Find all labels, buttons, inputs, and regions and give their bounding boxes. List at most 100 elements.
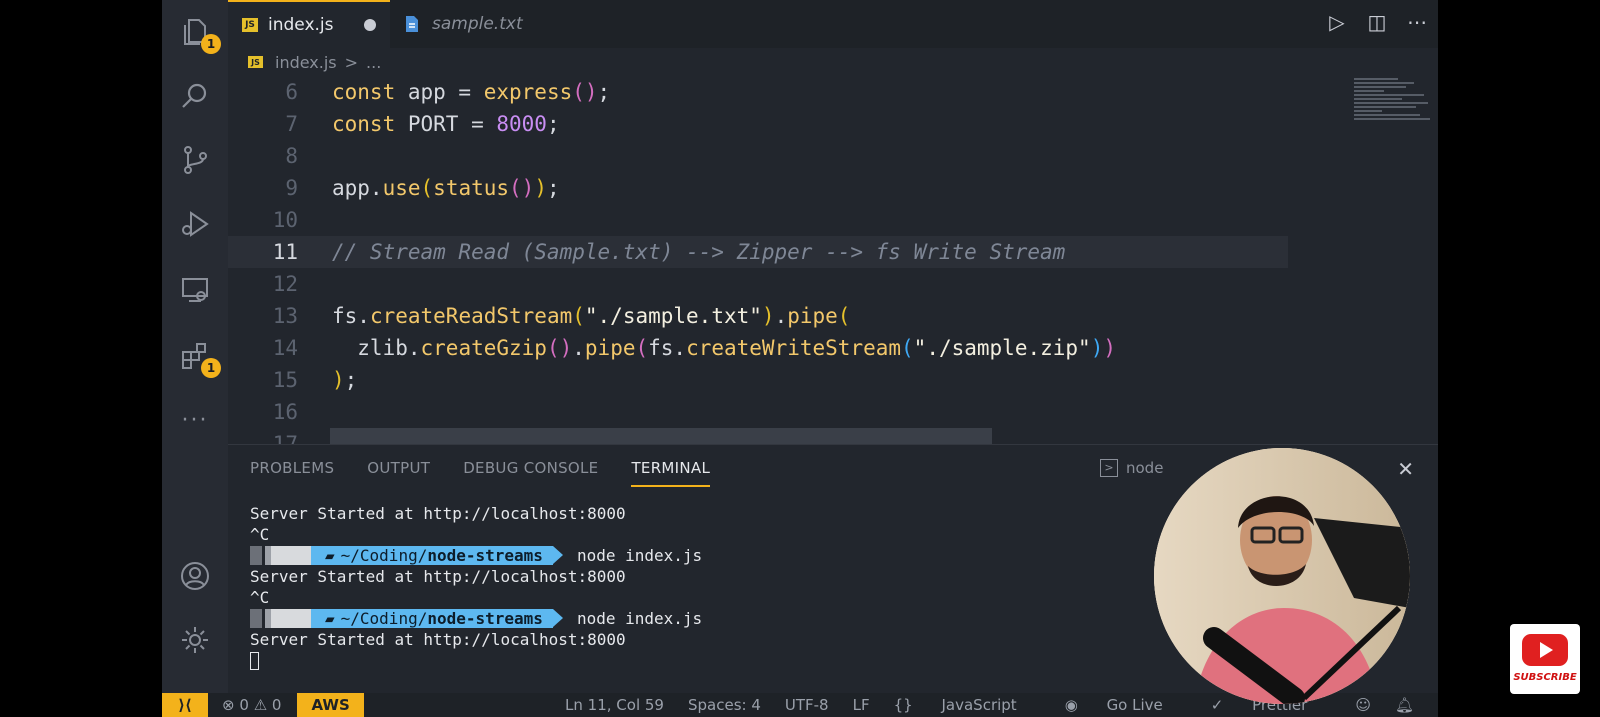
search-activity[interactable] [175,76,215,116]
token: ; [597,80,611,104]
problems-status[interactable]: ⊗ 0 ⚠ 0 [222,696,281,714]
prompt-path: ▰ ~/Coding/node-streams [311,546,563,565]
apple-icon [271,609,311,628]
editor-actions: ▷ ◫ ⋯ [1326,10,1428,34]
terminal-line: Server Started at http://localhost:8000 [250,503,702,524]
token: createGzip [420,336,547,360]
prompt-segment [250,546,262,565]
tab-index-js[interactable]: JS index.js [228,0,390,48]
run-icon[interactable]: ▷ [1326,10,1348,34]
remote-explorer-activity[interactable] [175,270,215,310]
token: createWriteStream [686,336,902,360]
more-actions-icon[interactable]: ⋯ [1406,10,1428,34]
code-line[interactable]: 9 app.use(status()); [228,172,1288,204]
aws-status[interactable]: AWS [297,693,364,717]
token: "./sample.zip" [913,336,1091,360]
token: ) [1090,336,1104,360]
code-line-current[interactable]: 11 // Stream Read (Sample.txt) --> Zippe… [228,236,1288,268]
code-line[interactable]: 12 [228,268,1288,300]
code-line[interactable]: 17 [228,428,1288,444]
remote-indicator-icon[interactable]: ⟩⟨ [162,693,208,717]
unsaved-dot-icon[interactable] [363,19,376,31]
minimap[interactable] [1354,76,1438,140]
tab-terminal[interactable]: TERMINAL [631,459,711,487]
subscribe-button[interactable]: SUBSCRIBE [1510,624,1580,694]
code-editor[interactable]: 6 const app = express(); 7 const PORT = … [228,76,1438,444]
braces-icon: {} [893,696,913,714]
prompt-line: ▰ ~/Coding/node-streams node index.js [250,608,702,629]
terminal-line: ^C [250,524,702,545]
prompt-line: ▰ ~/Coding/node-streams node index.js [250,545,702,566]
go-live-label: Go Live [1106,696,1163,714]
tab-label: index.js [268,15,334,35]
encoding[interactable]: UTF-8 [785,696,829,714]
token: const [332,112,396,136]
panel-tabs: PROBLEMS OUTPUT DEBUG CONSOLE TERMINAL [250,459,743,487]
line-number: 10 [272,208,298,232]
line-number: 7 [285,112,298,136]
notifications-bell-icon[interactable]: 🔔︎ [1395,696,1414,714]
feedback-icon[interactable]: ☺ [1355,696,1371,714]
tab-sample-txt[interactable]: sample.txt [404,0,523,48]
token: zlib. [332,336,421,360]
close-panel-icon[interactable]: ✕ [1397,457,1414,481]
terminal-icon: > [1100,459,1118,477]
token: use [382,176,421,200]
code-line[interactable]: 15 ); [228,364,1288,396]
split-editor-icon[interactable]: ◫ [1366,10,1388,34]
subscribe-label: SUBSCRIBE [1513,672,1577,683]
token: PORT = [395,112,497,136]
tab-debug-console[interactable]: DEBUG CONSOLE [463,459,598,487]
language-mode[interactable]: {} JavaScript [894,696,1041,714]
breadcrumb-more[interactable]: ... [366,53,381,72]
settings-gear-icon [182,627,208,653]
code-line[interactable]: 10 [228,204,1288,236]
path-dir: node-streams [427,546,543,565]
token: ; [344,368,358,392]
terminal-line [250,650,702,671]
run-debug-activity[interactable] [175,204,215,244]
code-line[interactable]: 13 fs.createReadStream("./sample.txt").p… [228,300,1288,332]
token: ( [635,336,649,360]
prompt-path: ▰ ~/Coding/node-streams [311,609,563,628]
line-number: 14 [272,336,298,360]
breadcrumb: JS index.js > ... [248,50,381,74]
breadcrumb-file[interactable]: index.js [275,53,337,72]
extensions-activity[interactable]: 1 [175,336,221,378]
token: "./sample.txt" [584,304,762,328]
terminal-selector[interactable]: > node [1100,459,1163,477]
code-line[interactable]: 8 [228,140,1288,172]
terminal-command: node index.js [576,546,703,565]
go-live-button[interactable]: ◉ Go Live [1065,696,1187,714]
youtube-play-icon [1522,634,1568,666]
token: app. [332,176,383,200]
explorer-badge: 1 [201,34,221,54]
explorer-activity[interactable]: 1 [175,12,221,54]
code-line[interactable]: 16 [228,396,1288,428]
settings-activity[interactable] [175,620,215,660]
path-dir: node-streams [427,609,543,628]
line-number: 8 [285,144,298,168]
breadcrumb-separator: > [344,52,359,72]
code-line[interactable]: 7 const PORT = 8000; [228,108,1288,140]
terminal-cursor [250,651,259,670]
token: ) [1103,336,1116,360]
code-line[interactable]: 6 const app = express(); [228,76,1288,108]
line-ending[interactable]: LF [853,696,870,714]
tab-problems[interactable]: PROBLEMS [250,459,334,487]
terminal-line: Server Started at http://localhost:8000 [250,566,702,587]
account-activity[interactable] [175,556,215,596]
text-file-icon [406,16,418,32]
cursor-position[interactable]: Ln 11, Col 59 [565,696,664,714]
prompt-segment [250,609,262,628]
token: 8000 [496,112,547,136]
source-control-activity[interactable] [175,140,215,180]
error-icon: ⊗ [222,696,235,714]
terminal-text: Server Started at http://localhost:8000 [250,504,626,523]
more-icon[interactable]: ··· [175,400,215,440]
tab-output[interactable]: OUTPUT [367,459,430,487]
account-icon [181,562,209,590]
code-line[interactable]: 14 zlib.createGzip().pipe(fs.createWrite… [228,332,1288,364]
indentation[interactable]: Spaces: 4 [688,696,761,714]
terminal-output[interactable]: Server Started at http://localhost:8000 … [250,503,702,671]
